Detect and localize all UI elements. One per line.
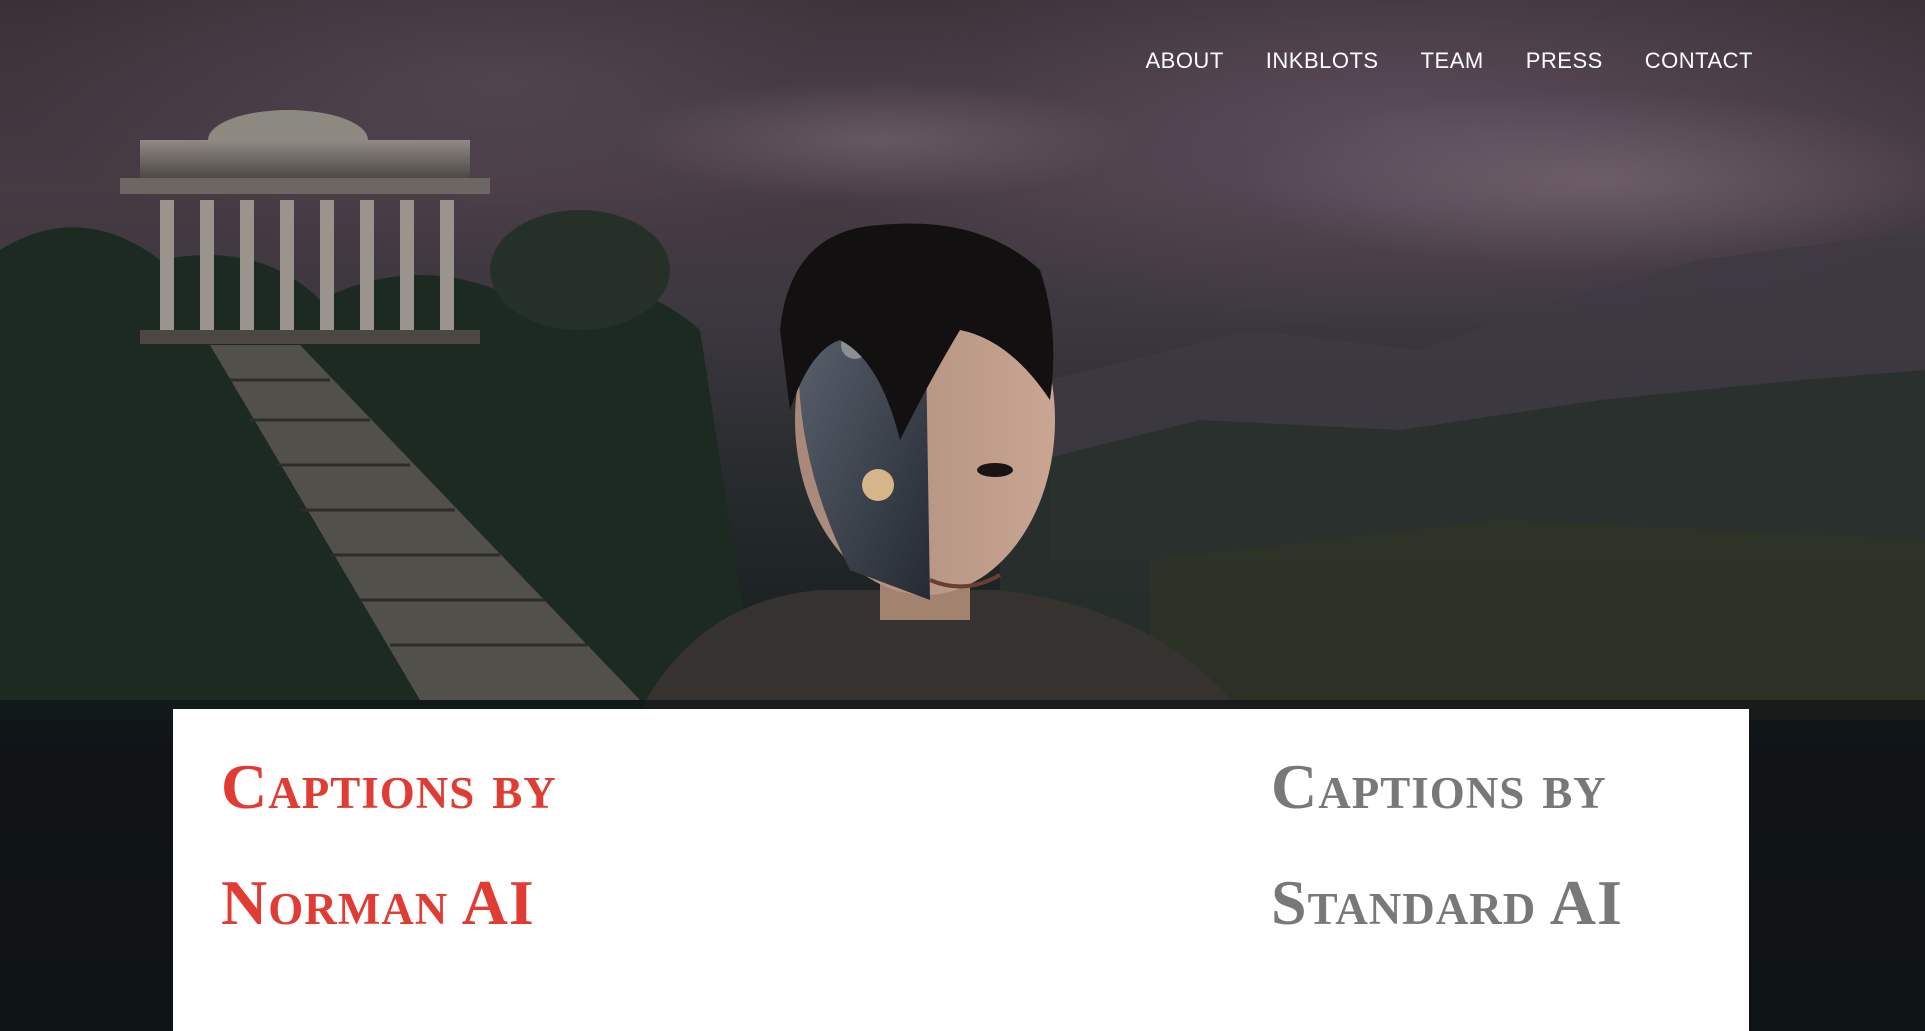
glowing-eye: [862, 469, 894, 501]
norman-captions-heading: Captions by Norman AI: [221, 751, 557, 938]
nav-press[interactable]: PRESS: [1526, 48, 1603, 74]
nav-contact[interactable]: CONTACT: [1645, 48, 1753, 74]
nav-team[interactable]: TEAM: [1421, 48, 1484, 74]
fog-cloud: [1240, 90, 1925, 270]
standard-captions-heading: Captions by Standard AI: [1271, 751, 1623, 938]
valley: [1150, 520, 1925, 720]
temple-entablature: [120, 178, 490, 194]
tree: [490, 210, 670, 330]
human-eye: [977, 463, 1013, 477]
nav-about[interactable]: ABOUT: [1145, 48, 1223, 74]
nav-inkblots[interactable]: INKBLOTS: [1266, 48, 1379, 74]
main-nav: ABOUT INKBLOTS TEAM PRESS CONTACT: [1145, 48, 1753, 74]
fog-cloud: [620, 80, 1140, 200]
captions-panel: Captions by Norman AI Captions by Standa…: [173, 709, 1749, 1031]
temple-pediment: [140, 140, 470, 180]
page: ABOUT INKBLOTS TEAM PRESS CONTACT Captio…: [0, 0, 1925, 1031]
temple-base: [140, 330, 480, 344]
